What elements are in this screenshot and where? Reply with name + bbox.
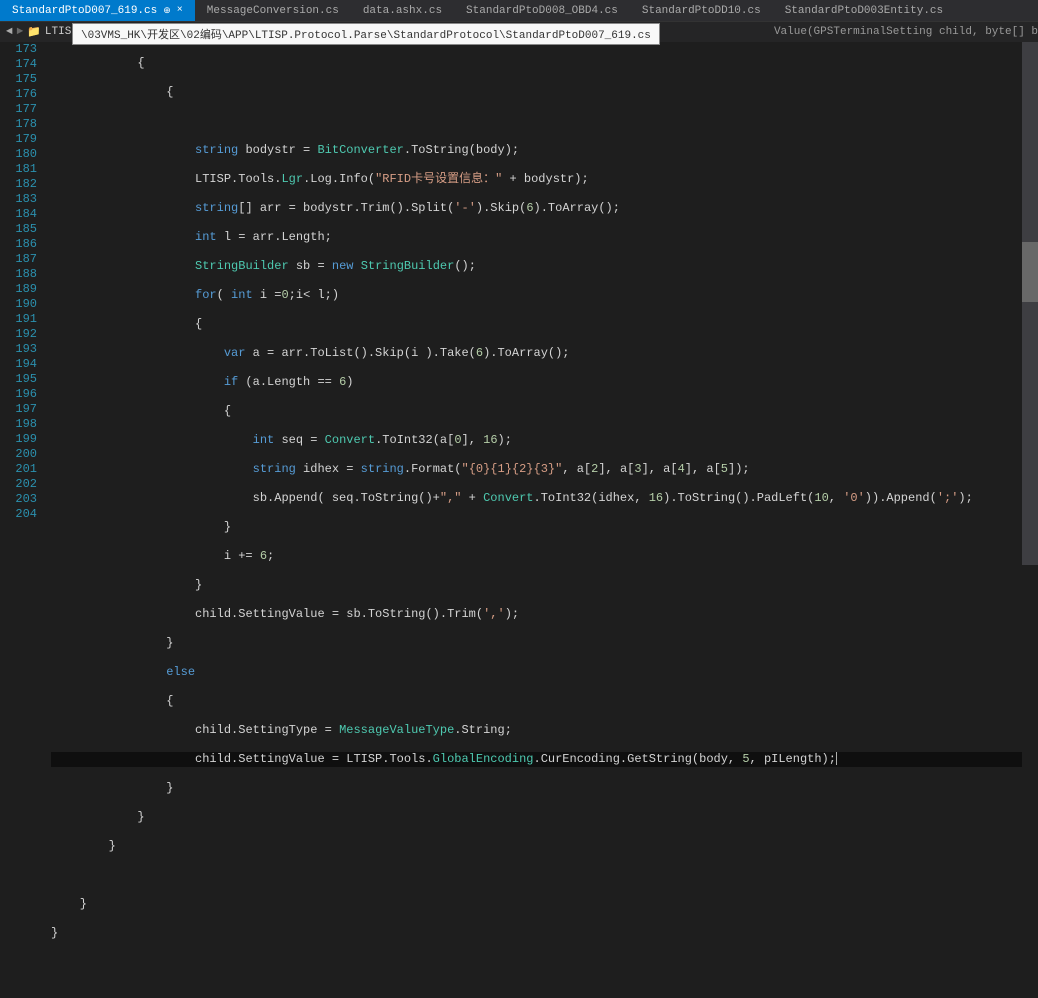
breadcrumb: ◄ ► 📁 LTISP \03VMS_HK\开发区\02编码\APP\LTISP…: [0, 22, 1038, 42]
text-cursor: [836, 752, 837, 765]
tab[interactable]: StandardPtoDD10.cs: [630, 0, 773, 21]
line-gutter: 1731741751761771781791801811821831841851…: [0, 42, 45, 565]
tab-label: StandardPtoD007_619.cs: [12, 5, 157, 17]
project-icon: 📁: [27, 25, 41, 39]
tab[interactable]: StandardPtoD008_OBD4.cs: [454, 0, 630, 21]
tab[interactable]: data.ashx.cs: [351, 0, 454, 21]
tab[interactable]: MessageConversion.cs: [195, 0, 351, 21]
nav-fwd-icon[interactable]: ►: [17, 26, 24, 38]
code-editor[interactable]: 1731741751761771781791801811821831841851…: [0, 42, 1038, 565]
vertical-scrollbar[interactable]: [1022, 42, 1038, 565]
nav-back-icon[interactable]: ◄: [6, 26, 13, 38]
pin-icon[interactable]: ⊕: [163, 6, 171, 16]
breadcrumb-method[interactable]: Value(GPSTerminalSetting child, byte[] b: [774, 26, 1038, 38]
tab[interactable]: StandardPtoD003Entity.cs: [773, 0, 955, 21]
close-icon[interactable]: ×: [177, 5, 183, 16]
path-tooltip: \03VMS_HK\开发区\02编码\APP\LTISP.Protocol.Pa…: [72, 23, 660, 45]
scrollbar-thumb[interactable]: [1022, 242, 1038, 302]
code-area[interactable]: { { string bodystr = BitConverter.ToStri…: [45, 42, 1022, 565]
tab-active[interactable]: StandardPtoD007_619.cs ⊕ ×: [0, 0, 195, 21]
tab-bar: StandardPtoD007_619.cs ⊕ × MessageConver…: [0, 0, 1038, 22]
